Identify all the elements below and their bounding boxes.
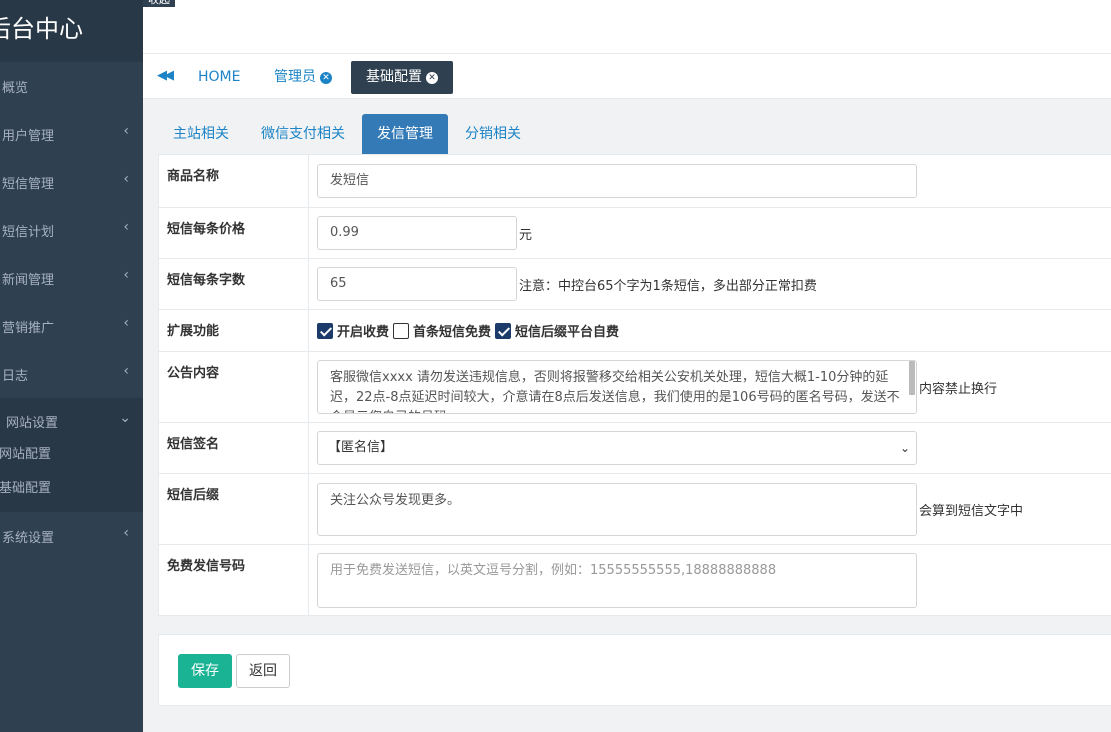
charge-checkbox[interactable] (317, 322, 333, 339)
price-unit: 元 (519, 227, 533, 243)
field-value: 开启收费 首条短信免费 短信后缀平台自费 (309, 310, 1111, 351)
field-label: 短信后缀 (159, 474, 309, 544)
placeholder-text: 用于免费发送短信，以英文逗号分割，例如：15555555555,18888888… (330, 562, 777, 578)
back-button[interactable]: 返回 (236, 654, 290, 688)
field-value: 【匿名信】 ⌄ (309, 423, 1111, 473)
subtab-sms-sending[interactable]: 发信管理 (362, 114, 448, 154)
chevron-left-icon: ‹ (123, 525, 129, 541)
field-label: 公告内容 (159, 352, 309, 422)
sidebar-item-label: 用户管理 (2, 129, 55, 144)
tab-bar: ◀◀ HOME 管理员 ✕ 基础配置 ✕ (143, 54, 1111, 99)
suffix-note: 会算到短信文字中 (919, 503, 1024, 519)
field-label: 扩展功能 (159, 310, 309, 351)
checkbox-label: 开启收费 (337, 325, 390, 340)
chevron-left-icon: ‹ (123, 219, 129, 235)
top-header (143, 0, 1111, 54)
chevron-down-icon: ⌄ (899, 441, 910, 455)
sidebar-item-user-management[interactable]: 用户管理 ‹ (0, 110, 143, 158)
sidebar-item-label: 短信管理 (2, 177, 55, 192)
form-row: 短信每条字数 65 注意：中控台65个字为1条短信，多出部分正常扣费 (159, 258, 1111, 309)
notice-text: 客服微信xxxx 请勿发送违规信息，否则将报警移交给相关公安机关处理，短信大概1… (330, 370, 900, 413)
field-value: 客服微信xxxx 请勿发送违规信息，否则将报警移交给相关公安机关处理，短信大概1… (309, 352, 1111, 422)
chevron-left-icon: ‹ (123, 267, 129, 283)
sidebar-group-site-settings: 网站设置 ⌄ 网站配置 基础配置 (0, 398, 143, 512)
field-label: 短信签名 (159, 423, 309, 473)
notice-textarea[interactable]: 客服微信xxxx 请勿发送违规信息，否则将报警移交给相关公安机关处理，短信大概1… (317, 360, 917, 414)
form-row: 短信签名 【匿名信】 ⌄ (159, 422, 1111, 473)
field-label: 短信每条字数 (159, 259, 309, 309)
settings-form: 商品名称 发短信 短信每条价格 0.99 元 短信每条字数 65 注意：中控台6… (158, 154, 1111, 616)
signature-select[interactable]: 【匿名信】 ⌄ (317, 431, 917, 465)
close-icon[interactable]: ✕ (426, 72, 438, 84)
field-value: 65 注意：中控台65个字为1条短信，多出部分正常扣费 (309, 259, 1111, 309)
sidebar-item-marketing[interactable]: 营销推广 ‹ (0, 302, 143, 350)
subtab-distribution[interactable]: 分销相关 (465, 114, 521, 154)
brand-title: 后台中心 (0, 15, 83, 43)
sidebar-item-label: 概览 (2, 81, 29, 96)
form-row: 公告内容 客服微信xxxx 请勿发送违规信息，否则将报警移交给相关公安机关处理，… (159, 351, 1111, 422)
suffix-textarea[interactable]: 关注公众号发现更多。 (317, 482, 917, 536)
brand: 后台中心 (0, 0, 143, 62)
sidebar-item-label: 系统设置 (2, 531, 55, 546)
scrollbar[interactable] (909, 361, 915, 395)
chevron-left-icon: ‹ (123, 123, 129, 139)
field-label: 商品名称 (159, 155, 309, 207)
chevron-left-icon: ‹ (123, 171, 129, 187)
sidebar-item-label: 新闻管理 (2, 273, 55, 288)
chevron-left-icon: ‹ (123, 315, 129, 331)
tab-label: 管理员 (274, 69, 316, 85)
sidebar-item-news[interactable]: 新闻管理 ‹ (0, 254, 143, 302)
chars-input[interactable]: 65 (317, 267, 517, 301)
form-row: 扩展功能 开启收费 首条短信免费 短信后缀平台自费 (159, 309, 1111, 351)
sidebar-item-label: 日志 (2, 369, 29, 384)
save-button[interactable]: 保存 (178, 654, 232, 688)
free-numbers-textarea[interactable]: 用于免费发送短信，以英文逗号分割，例如：15555555555,18888888… (317, 552, 917, 608)
first-free-checkbox[interactable] (393, 322, 410, 339)
close-icon[interactable]: ✕ (320, 72, 332, 84)
field-value: 用于免费发送短信，以英文逗号分割，例如：15555555555,18888888… (309, 545, 1111, 615)
sidebar-item-overview[interactable]: 概览 (0, 62, 143, 110)
tab-basic-config[interactable]: 基础配置 ✕ (351, 61, 453, 94)
sidebar-group-label[interactable]: 网站设置 (6, 412, 58, 431)
form-row: 商品名称 发短信 (159, 155, 1111, 207)
sidebar-item-logs[interactable]: 日志 ‹ (0, 350, 143, 398)
tab-home[interactable]: HOME (190, 61, 248, 94)
field-label: 免费发信号码 (159, 545, 309, 615)
subtab-wechat-pay[interactable]: 微信支付相关 (261, 114, 345, 154)
collapse-tag[interactable]: 收起 (143, 0, 175, 7)
sidebar-subitem-site-config[interactable]: 网站配置 (0, 443, 51, 462)
notice-note: 内容禁止换行 (919, 381, 998, 397)
form-row: 免费发信号码 用于免费发送短信，以英文逗号分割，例如：15555555555,1… (159, 544, 1111, 615)
sidebar: 后台中心 概览 用户管理 ‹ 短信管理 ‹ 短信计划 ‹ 新闻管理 ‹ 营销推广… (0, 0, 143, 732)
sidebar-item-system-settings[interactable]: 系统设置 ‹ (0, 512, 143, 560)
tab-label: 基础配置 (366, 69, 422, 85)
tab-admin[interactable]: 管理员 ✕ (266, 61, 340, 94)
field-value: 关注公众号发现更多。 会算到短信文字中 (309, 474, 1111, 544)
form-actions: 保存 返回 (158, 634, 1111, 706)
chevron-left-icon: ‹ (123, 363, 129, 379)
subtab-main-site[interactable]: 主站相关 (173, 114, 229, 154)
sidebar-item-label: 短信计划 (2, 225, 55, 240)
product-name-input[interactable]: 发短信 (317, 164, 917, 198)
form-row: 短信后缀 关注公众号发现更多。 会算到短信文字中 (159, 473, 1111, 544)
chars-note: 注意：中控台65个字为1条短信，多出部分正常扣费 (519, 278, 817, 294)
field-value: 0.99 元 (309, 208, 1111, 258)
field-value: 发短信 (309, 155, 1111, 207)
price-input[interactable]: 0.99 (317, 216, 517, 250)
sidebar-subitem-basic-config[interactable]: 基础配置 (0, 477, 51, 496)
double-left-icon[interactable]: ◀◀ (157, 68, 174, 83)
sidebar-item-sms-plan[interactable]: 短信计划 ‹ (0, 206, 143, 254)
select-value: 【匿名信】 (328, 440, 394, 455)
checkbox-label: 首条短信免费 (413, 325, 492, 340)
form-row: 短信每条价格 0.99 元 (159, 207, 1111, 258)
chevron-down-icon: ⌄ (119, 410, 131, 426)
sidebar-item-sms-management[interactable]: 短信管理 ‹ (0, 158, 143, 206)
checkbox-label: 短信后缀平台自费 (515, 325, 620, 340)
sidebar-item-label: 营销推广 (2, 321, 55, 336)
suffix-self-pay-checkbox[interactable] (495, 322, 512, 339)
field-label: 短信每条价格 (159, 208, 309, 258)
tab-label: HOME (198, 69, 241, 85)
